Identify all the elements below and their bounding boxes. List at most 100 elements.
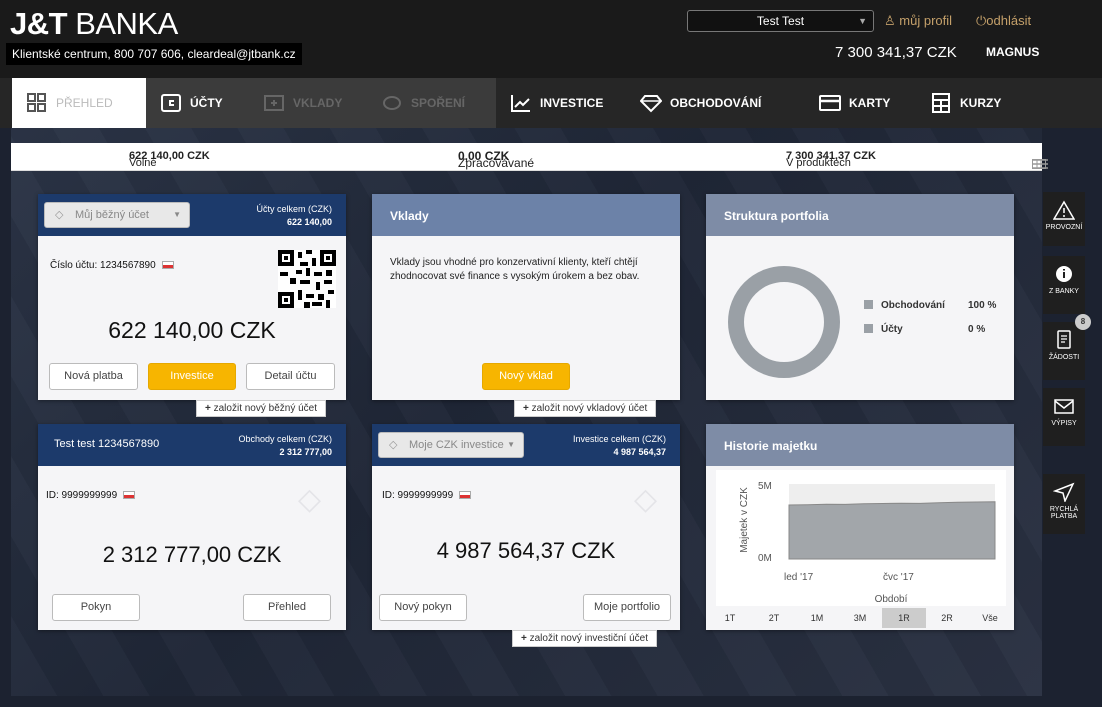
period-2t[interactable]: 2T [752,608,796,628]
summary-bar: Volné 622 140,00 CZK Zpracovávané 0,00 C… [11,143,1048,171]
period-selector: 1T 2T 1M 3M 1R 2R Vše [708,608,1012,628]
diamond-icon: ◇ [55,209,64,221]
flag-icon [123,491,136,500]
sidebar-item-zadosti[interactable]: 8 ŽÁDOSTI [1043,314,1091,380]
flag-icon [161,261,174,270]
portfolio-donut [728,266,840,378]
history-chart: Majetek v CZK 5M 0M led '17 čvc '17 Obdo… [716,470,1006,606]
tab-obchodovani[interactable]: OBCHODOVÁNÍ [626,78,805,128]
sidebar-item-vypisy[interactable]: VÝPISY [1043,388,1085,446]
tab-prehled[interactable]: PŘEHLED [12,78,146,128]
main-navigation: PŘEHLED ÚČTY VKLADY SPOŘENÍ INVESTICE OB… [0,78,1102,128]
tab-investice[interactable]: INVESTICE [496,78,626,128]
logout-link[interactable]: ⏻odhlásit [976,13,1031,29]
account-card: ◇ Můj běžný účet ▼ Účty celkem (CZK) 622… [38,194,346,400]
user-icon: ♙ [884,13,896,28]
investment-select[interactable]: ◇ Moje CZK investice ▼ [378,432,524,458]
period-2r[interactable]: 2R [925,608,969,628]
new-deposit-account-link[interactable]: + založit nový vkladový účet [514,400,657,417]
period-1m[interactable]: 1M [795,608,839,628]
account-select[interactable]: ◇ Můj běžný účet ▼ [44,202,190,228]
new-account-link[interactable]: + založit nový běžný účet [196,400,327,417]
donut-slice-trading [728,266,840,378]
legend-item-trading: Obchodování 100 % [864,300,996,311]
free-balance: Volné 622 140,00 CZK [129,150,210,169]
qr-code-icon[interactable] [278,250,336,308]
header: J&T BANKA Klientské centrum, 800 707 606… [0,0,1102,78]
deposits-description: Vklady jsou vhodné pro konzervativní kli… [390,257,640,282]
tab-vklady[interactable]: VKLADY [249,78,367,128]
tab-karty[interactable]: KARTY [805,78,916,128]
grid-icon [26,93,48,113]
trading-card: Test test 1234567890 Obchody celkem (CZK… [38,424,346,630]
profile-select[interactable]: Test Test ▼ [687,10,874,32]
processing-balance: Zpracovávané 0,00 CZK [458,149,535,170]
list-view-icon[interactable] [1032,159,1048,172]
portfolio-card-title: Struktura portfolia [706,194,1014,236]
x-tick-label: led '17 [784,572,814,583]
overview-button[interactable]: Přehled [243,594,331,621]
info-icon [1053,264,1075,284]
calculator-icon [930,93,952,113]
tab-sporeni[interactable]: SPOŘENÍ [367,78,496,128]
trading-account-title: Test test 1234567890 [54,438,160,450]
account-number: Číslo účtu: 1234567890 [50,260,174,271]
deposit-icon [263,93,285,113]
power-icon: ⏻ [976,13,987,28]
legend-swatch [864,300,873,309]
new-payment-button[interactable]: Nová platba [49,363,138,390]
products-balance: V produktech 7 300 341,37 CZK [786,150,876,169]
accounts-total: Účty celkem (CZK) 622 140,00 [256,204,332,227]
my-portfolio-button[interactable]: Moje portfolio [583,594,671,621]
sidebar-item-rychla-platba[interactable]: RYCHLÁ PLATBA [1043,474,1085,534]
deposits-card-title: Vklady [372,194,680,236]
chevron-down-icon: ▼ [173,210,181,219]
diamond-watermark-icon: ◇ [634,483,658,516]
sidebar-item-z-banky[interactable]: Z BANKY [1043,256,1085,314]
client-segment: MAGNUS [986,45,1040,59]
history-area [788,501,996,560]
deposits-card: Vklady Vklady jsou vhodné pro konzervati… [372,194,680,400]
portfolio-card: Struktura portfolia Obchodování 100 % Úč… [706,194,1014,400]
trading-account-id: ID: 9999999999 [46,490,136,501]
x-axis-label: Období [875,594,908,605]
new-deposit-button[interactable]: Nový vklad [482,363,570,390]
period-3m[interactable]: 3M [838,608,882,628]
period-1r[interactable]: 1R [882,608,926,628]
send-icon [1052,482,1075,504]
tab-kurzy[interactable]: KURZY [916,78,1042,128]
diamond-icon [640,93,662,113]
piggy-icon [381,93,403,113]
document-icon [1053,330,1075,350]
diamond-watermark-icon: ◇ [298,483,322,516]
investment-card: ◇ Moje CZK investice ▼ Investice celkem … [372,424,680,630]
investment-balance: 4 987 564,37 CZK [436,538,616,563]
warning-icon [1052,200,1076,220]
tab-ucty[interactable]: ÚČTY [146,78,249,128]
order-button[interactable]: Pokyn [52,594,140,621]
contact-info: Klientské centrum, 800 707 606, cleardea… [6,43,302,65]
y-tick-label: 5M [758,481,772,492]
investment-account-id: ID: 9999999999 [382,490,472,501]
new-order-button[interactable]: Nový pokyn [379,594,467,621]
period-1t[interactable]: 1T [708,608,752,628]
mail-icon [1053,396,1075,416]
card-icon [819,93,841,113]
trading-card-header: Test test 1234567890 Obchody celkem (CZK… [38,424,346,466]
investment-total: Investice celkem (CZK) 4 987 564,37 [572,434,666,457]
my-profile-link[interactable]: ♙ můj profil [884,13,952,29]
sidebar-item-provozni[interactable]: PROVOZNÍ [1043,192,1085,246]
account-balance: 622 140,00 CZK [108,317,276,343]
diamond-icon: ◇ [389,439,398,451]
notification-badge: 8 [1075,314,1091,330]
new-investment-account-link[interactable]: + založit nový investiční účet [512,630,658,647]
logo[interactable]: J&T BANKA [10,6,178,42]
legend-swatch [864,324,873,333]
history-card-title: Historie majetku [706,424,1014,466]
account-detail-button[interactable]: Detail účtu [246,363,335,390]
period-all[interactable]: Vše [968,608,1012,628]
y-tick-label: 0M [758,553,772,564]
y-axis-label: Majetek v CZK [739,487,750,553]
chevron-down-icon: ▼ [507,440,515,449]
invest-button[interactable]: Investice [148,363,236,390]
